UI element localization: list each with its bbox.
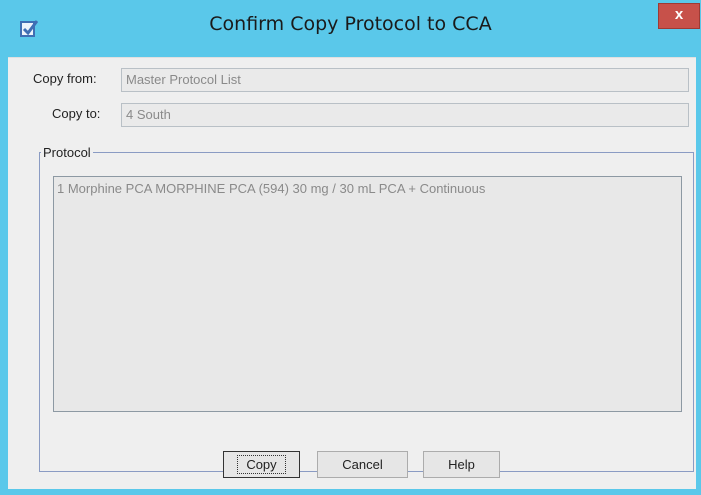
cancel-button[interactable]: Cancel — [317, 451, 408, 478]
copy-to-field[interactable]: 4 South — [121, 103, 689, 127]
help-button-label: Help — [448, 457, 475, 472]
cancel-button-label: Cancel — [342, 457, 383, 472]
protocol-group-label: Protocol — [41, 145, 93, 160]
list-item[interactable]: 1 Morphine PCA MORPHINE PCA (594) 30 mg … — [57, 181, 678, 196]
copy-from-label: Copy from: — [33, 71, 97, 86]
copy-to-label: Copy to: — [52, 106, 101, 121]
copy-from-field[interactable]: Master Protocol List — [121, 68, 689, 92]
close-button[interactable]: x — [658, 3, 700, 29]
copy-button[interactable]: Copy — [223, 451, 300, 478]
dialog-body: Copy from: Master Protocol List Copy to:… — [8, 57, 696, 489]
protocol-list[interactable]: 1 Morphine PCA MORPHINE PCA (594) 30 mg … — [53, 176, 682, 412]
window-title: Confirm Copy Protocol to CCA — [209, 13, 492, 35]
help-button[interactable]: Help — [423, 451, 500, 478]
copy-button-label: Copy — [237, 455, 286, 474]
close-icon: x — [674, 6, 684, 23]
title-bar: Confirm Copy Protocol to CCA x — [0, 0, 701, 57]
